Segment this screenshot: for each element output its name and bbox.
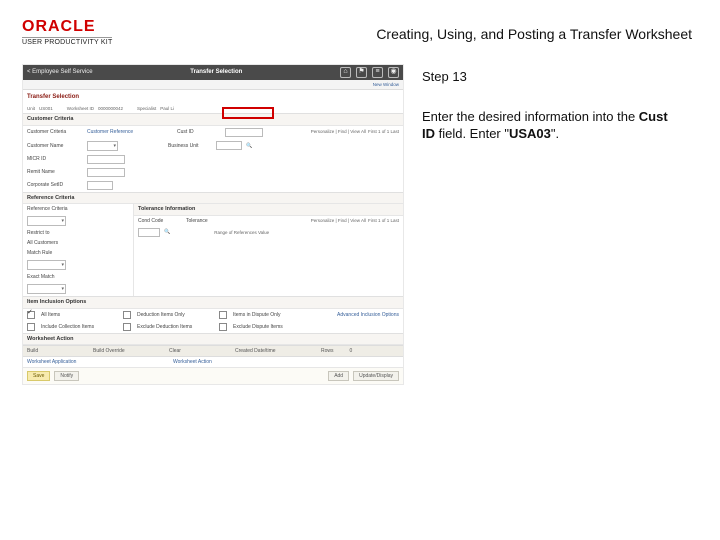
bu-field[interactable] [216, 141, 242, 150]
section-item-inclusion: Item Inclusion Options [23, 297, 403, 309]
rname-field[interactable] [87, 168, 125, 177]
col-clear: Clear [169, 348, 219, 354]
ref-label: Reference Criteria [27, 206, 83, 212]
instr-pre: Enter the desired information into the [422, 109, 639, 124]
cust-criteria-value[interactable]: Customer Reference [87, 129, 145, 135]
match-select[interactable] [27, 260, 66, 270]
app-screenshot: < Employee Self Service Transfer Selecti… [22, 64, 404, 385]
save-button[interactable]: Save [27, 371, 50, 381]
breadcrumb: Transfer Selection [27, 94, 79, 101]
cond-label: Cond Code [138, 218, 182, 224]
exact-select[interactable] [27, 284, 66, 294]
highlight-box [222, 107, 274, 119]
ws-value: 0000000042 [98, 106, 123, 111]
instruction-text: Enter the desired information into the C… [422, 108, 682, 143]
ws-act-link[interactable]: Worksheet Action [173, 359, 212, 365]
ws-label: Worksheet ID [67, 106, 94, 111]
page-title: Creating, Using, and Posting a Transfer … [376, 26, 692, 42]
match-label: Match Rule [27, 250, 83, 256]
excl-disp-checkbox[interactable] [219, 323, 227, 331]
bu-label: Business Unit [168, 143, 212, 149]
pager-page: First 1 of 1 Last [368, 129, 399, 134]
home-icon[interactable]: ⌂ [340, 67, 351, 78]
logo-sub: USER PRODUCTIVITY KIT [22, 37, 112, 46]
section-worksheet-action: Worksheet Action [23, 334, 403, 346]
menu-icon[interactable]: ≡ [372, 67, 383, 78]
ref-select[interactable] [27, 216, 66, 226]
unit-value: US001 [39, 106, 53, 111]
section-tolerance: Tolerance Information [134, 204, 403, 216]
cond-field[interactable] [138, 228, 160, 237]
section-reference-criteria: Reference Criteria [23, 193, 403, 205]
mkcrit-field[interactable] [87, 155, 125, 164]
all-items-checkbox[interactable] [27, 311, 35, 319]
tol-pager-personalize[interactable]: Personalize | Find | View All [311, 218, 366, 223]
rows-value: 0 [350, 348, 353, 354]
instr-mid: field. Enter " [435, 126, 509, 141]
restrict-value: All Customers [27, 240, 58, 246]
app-navbar: < Employee Self Service Transfer Selecti… [23, 65, 403, 80]
add-button[interactable]: Add [328, 371, 349, 381]
notify-button[interactable]: Notify [54, 371, 79, 381]
restrict-label: Restrict to [27, 230, 83, 236]
disp-only-label: Items in Dispute Only [233, 312, 303, 318]
update-button[interactable]: Update/Display [353, 371, 399, 381]
new-window-link[interactable]: New Window [373, 82, 399, 87]
col-override: Build Override [93, 348, 153, 354]
cust-name-select[interactable] [87, 141, 118, 151]
excl-ded-checkbox[interactable] [123, 323, 131, 331]
cust-criteria-label: Customer Criteria [27, 129, 83, 135]
logo-main: ORACLE [22, 18, 112, 36]
ded-only-checkbox[interactable] [123, 311, 131, 319]
unit-label: Unit [27, 106, 35, 111]
flag-icon[interactable]: ⚑ [356, 67, 367, 78]
section-customer-criteria: Customer Criteria [23, 114, 403, 126]
adv-link[interactable]: Advanced Inclusion Options [337, 312, 399, 318]
nav-dots-icon[interactable]: ◉ [388, 67, 399, 78]
tol-label: Tolerance [186, 218, 230, 224]
col-created: Created Date/time [235, 348, 305, 354]
nav-title: Transfer Selection [190, 69, 242, 76]
app-subbar: New Window [23, 80, 403, 90]
ws-app-link[interactable]: Worksheet Application [27, 359, 157, 365]
cust-id-label: Cust ID [177, 129, 221, 135]
mkcrit-label: MICR ID [27, 156, 83, 162]
excl-disp-label: Exclude Dispute Items [233, 324, 283, 330]
range-label: Range of References Value [214, 230, 269, 235]
excl-ded-label: Exclude Deduction Items [137, 324, 207, 330]
all-items-label: All Items [41, 312, 111, 318]
lookup-icon[interactable]: 🔍 [246, 143, 252, 149]
col-build: Build [27, 348, 77, 354]
cust-name-label: Customer Name [27, 143, 83, 149]
tol-pager-page: First 1 of 1 Last [368, 218, 399, 223]
coll-checkbox[interactable] [27, 323, 35, 331]
instr-post: ". [551, 126, 559, 141]
ded-only-label: Deduction Items Only [137, 312, 207, 318]
spec-label: Specialist [137, 106, 156, 111]
step-label: Step 13 [422, 68, 698, 86]
lookup-icon-2[interactable]: 🔍 [164, 229, 170, 235]
spec-value: Paul Li [160, 106, 174, 111]
corp-label: Corporate SetID [27, 182, 83, 188]
corp-field[interactable] [87, 181, 113, 190]
pager-personalize[interactable]: Personalize | Find | View All [311, 129, 366, 134]
instr-val: USA03 [509, 126, 551, 141]
coll-label: Include Collection Items [41, 324, 111, 330]
oracle-logo: ORACLE USER PRODUCTIVITY KIT [22, 18, 112, 46]
rname-label: Remit Name [27, 169, 83, 175]
nav-back[interactable]: < Employee Self Service [27, 69, 93, 76]
disp-only-checkbox[interactable] [219, 311, 227, 319]
col-rows: Rows [321, 348, 334, 354]
cust-id-field[interactable] [225, 128, 263, 137]
exact-label: Exact Match [27, 274, 83, 280]
